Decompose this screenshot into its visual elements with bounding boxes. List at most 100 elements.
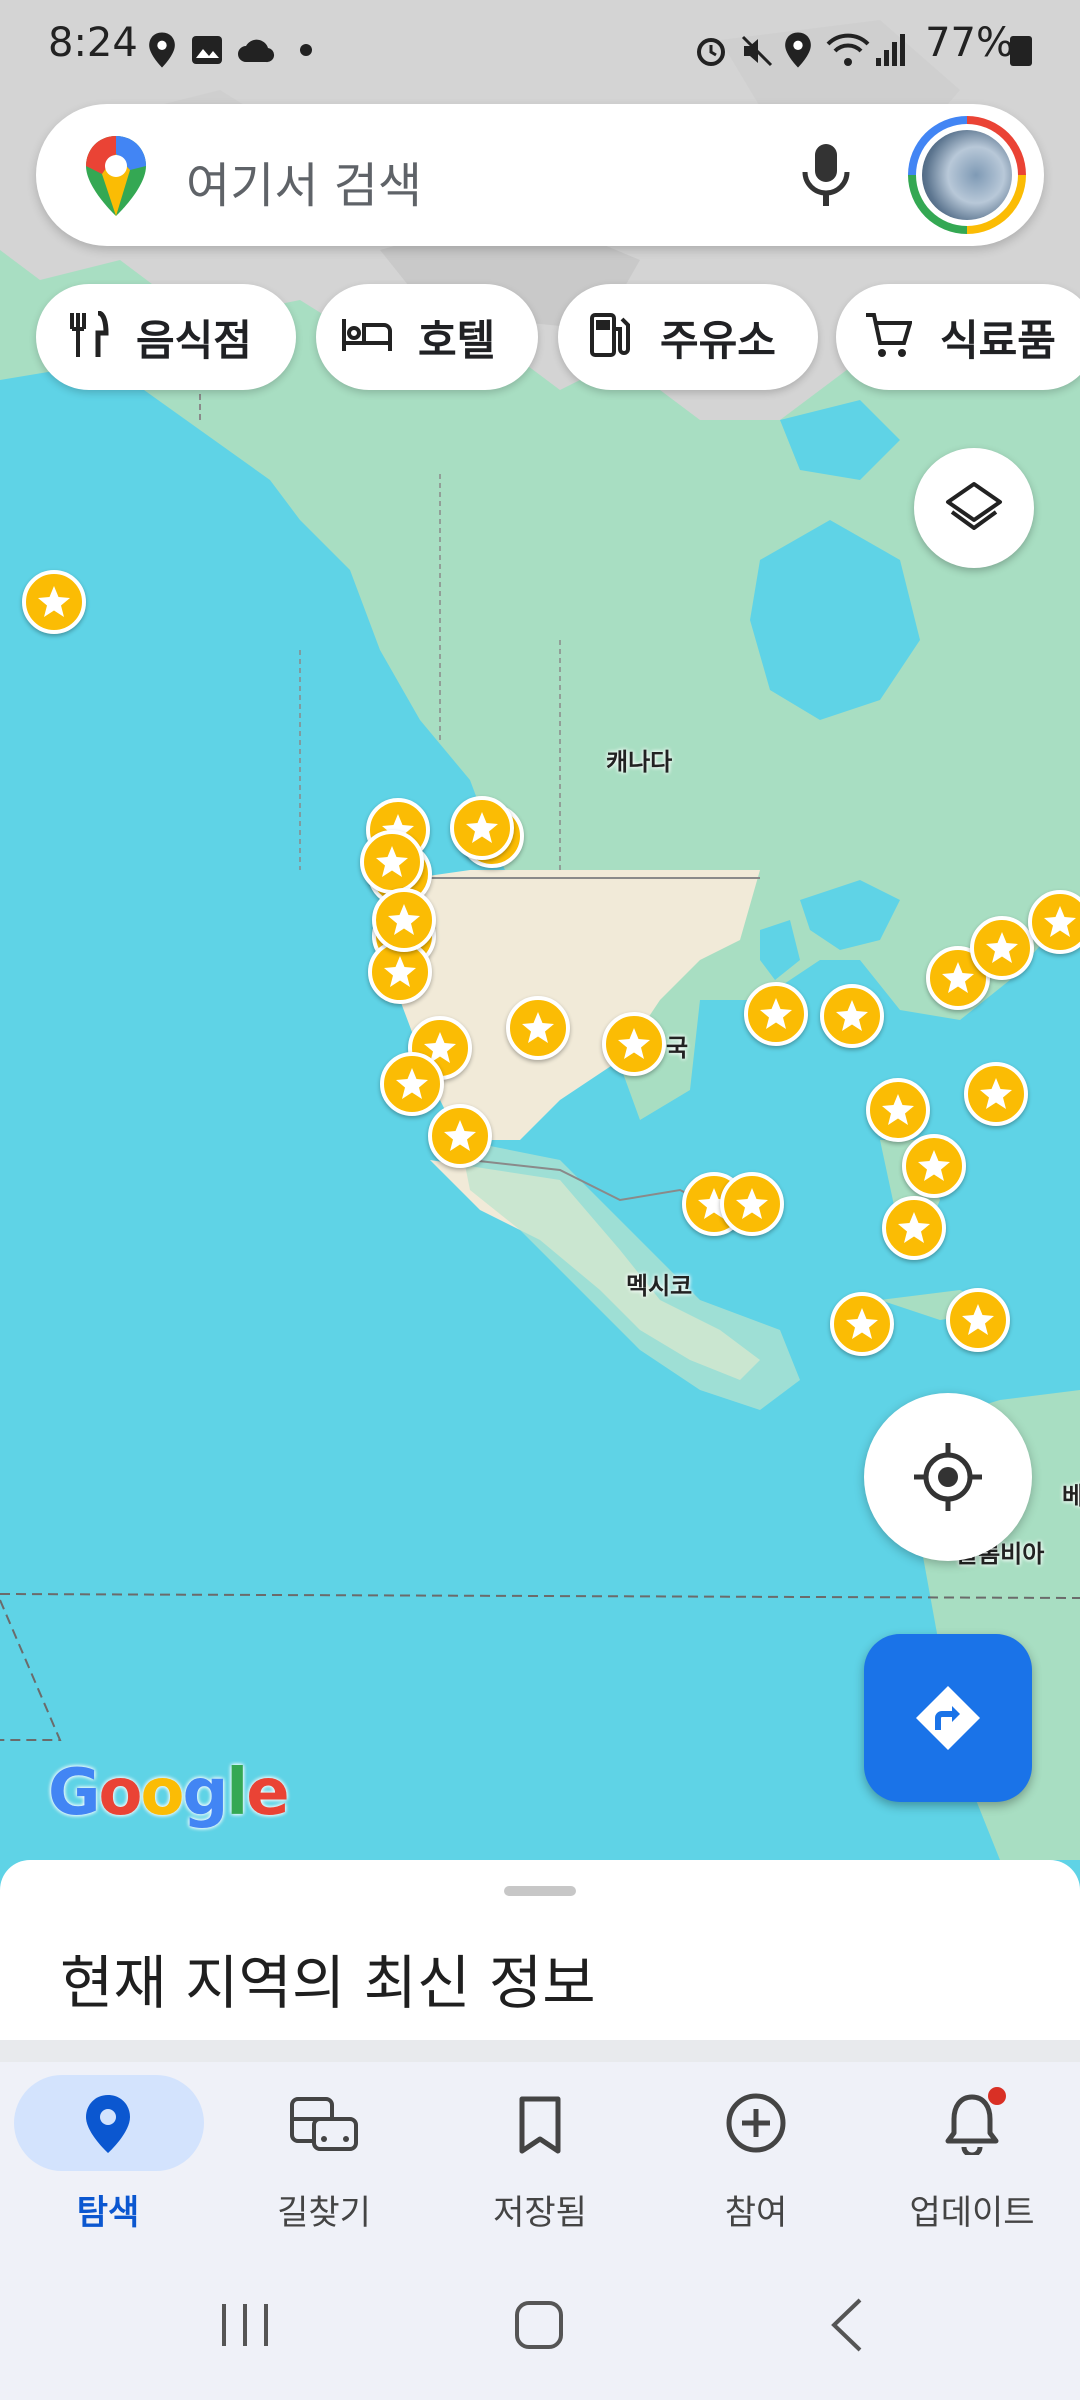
alarm-icon	[694, 34, 728, 72]
gas-station-icon	[588, 311, 632, 363]
bookmark-icon	[519, 2096, 561, 2154]
starred-place-marker[interactable]	[720, 1172, 784, 1236]
explore-pin-icon	[86, 2095, 130, 2153]
my-location-icon	[914, 1443, 982, 1511]
starred-place-marker[interactable]	[360, 830, 424, 894]
directions-button[interactable]	[864, 1634, 1032, 1802]
status-bar: 8:24 77%	[0, 0, 1080, 100]
starred-place-marker[interactable]	[820, 984, 884, 1048]
map-label-mexico: 멕시코	[626, 1272, 693, 1300]
nav-item-saved[interactable]: 저장됨	[432, 2075, 648, 2255]
back-button[interactable]	[812, 2290, 882, 2370]
layers-button[interactable]	[914, 448, 1034, 568]
directions-icon	[916, 1686, 980, 1750]
starred-place-marker[interactable]	[964, 1062, 1028, 1126]
recents-icon	[222, 2304, 268, 2346]
notification-badge	[988, 2087, 1006, 2105]
starred-place-marker[interactable]	[902, 1134, 966, 1198]
starred-place-marker[interactable]	[428, 1104, 492, 1168]
home-button[interactable]	[504, 2290, 574, 2370]
chip-hotel[interactable]: 호텔	[316, 284, 538, 390]
google-watermark: Google	[48, 1756, 290, 1830]
nav-item-explore[interactable]: 탐색	[0, 2075, 216, 2255]
nav-item-contribute[interactable]: 참여	[648, 2075, 864, 2255]
starred-place-marker[interactable]	[602, 1012, 666, 1076]
sheet-title: 현재 지역의 최신 정보	[60, 1949, 596, 2017]
star-icon	[376, 846, 408, 877]
image-icon	[190, 34, 224, 70]
status-time: 8:24	[48, 20, 138, 66]
search-bar[interactable]: 여기서 검색	[36, 104, 1044, 246]
map-label-partial: 베	[1062, 1482, 1080, 1510]
star-icon	[980, 1078, 1012, 1109]
wifi-icon	[826, 32, 870, 72]
avatar[interactable]	[908, 116, 1026, 234]
starred-place-marker[interactable]	[380, 1052, 444, 1116]
star-icon	[736, 1188, 768, 1219]
location-icon-2	[784, 32, 812, 72]
star-icon	[444, 1120, 476, 1151]
starred-place-marker[interactable]	[970, 916, 1034, 980]
mute-icon	[740, 34, 774, 72]
maps-pin-logo	[84, 134, 148, 222]
search-input[interactable]: 여기서 검색	[186, 146, 422, 216]
star-icon	[846, 1308, 878, 1339]
sheet-divider	[0, 2040, 1080, 2062]
chip-label: 호텔	[418, 315, 496, 365]
star-icon	[466, 812, 498, 843]
chip-label: 음식점	[136, 315, 252, 365]
sheet-drag-handle[interactable]	[504, 1886, 576, 1896]
restaurant-icon	[68, 310, 110, 363]
chip-gas-station[interactable]: 주유소	[558, 284, 818, 390]
add-circle-icon	[726, 2093, 786, 2153]
star-icon	[898, 1212, 930, 1243]
star-icon	[1044, 906, 1076, 937]
recents-button[interactable]	[210, 2290, 280, 2370]
star-icon	[384, 956, 416, 987]
nav-label: 길찾기	[277, 2193, 371, 2233]
starred-place-marker[interactable]	[22, 570, 86, 634]
star-icon	[38, 586, 70, 617]
nav-item-updates[interactable]: 업데이트	[864, 2075, 1080, 2255]
star-icon	[760, 998, 792, 1029]
map-view[interactable]: 캐나다 국 멕시코 콜롬비아 베 Google	[0, 0, 1080, 1860]
star-icon	[522, 1012, 554, 1043]
star-icon	[918, 1150, 950, 1181]
starred-place-marker[interactable]	[946, 1288, 1010, 1352]
star-icon	[882, 1094, 914, 1125]
nav-item-commute[interactable]: 길찾기	[216, 2075, 432, 2255]
nav-label: 저장됨	[493, 2193, 587, 2233]
star-icon	[388, 904, 420, 935]
cloud-sync-icon	[236, 34, 276, 70]
starred-place-marker[interactable]	[830, 1292, 894, 1356]
starred-place-marker[interactable]	[372, 888, 436, 952]
home-icon	[515, 2301, 563, 2349]
nav-label: 탐색	[76, 2193, 140, 2233]
map-label-canada: 캐나다	[606, 748, 673, 776]
starred-place-marker[interactable]	[506, 996, 570, 1060]
star-icon	[396, 1068, 428, 1099]
starred-place-marker[interactable]	[450, 796, 514, 860]
starred-place-marker[interactable]	[1028, 890, 1080, 954]
star-icon	[618, 1028, 650, 1059]
chip-label: 식료품	[940, 315, 1056, 365]
starred-place-marker[interactable]	[882, 1196, 946, 1260]
starred-place-marker[interactable]	[744, 982, 808, 1046]
my-location-button[interactable]	[864, 1393, 1032, 1561]
chip-restaurant[interactable]: 음식점	[36, 284, 296, 390]
commute-icon	[290, 2097, 358, 2151]
hotel-icon	[340, 315, 394, 359]
starred-place-marker[interactable]	[866, 1078, 930, 1142]
nav-label: 참여	[724, 2193, 788, 2233]
chip-grocery[interactable]: 식료품	[836, 284, 1080, 390]
map-label-usa: 국	[666, 1034, 689, 1062]
signal-icon	[874, 32, 908, 72]
mic-icon[interactable]	[796, 142, 856, 212]
star-icon	[962, 1304, 994, 1335]
nav-label: 업데이트	[909, 2193, 1035, 2233]
star-icon	[986, 932, 1018, 963]
cart-icon	[864, 311, 913, 363]
star-icon	[836, 1000, 868, 1031]
map-canvas	[0, 0, 1080, 1860]
battery-percent: 77%	[925, 20, 1014, 66]
